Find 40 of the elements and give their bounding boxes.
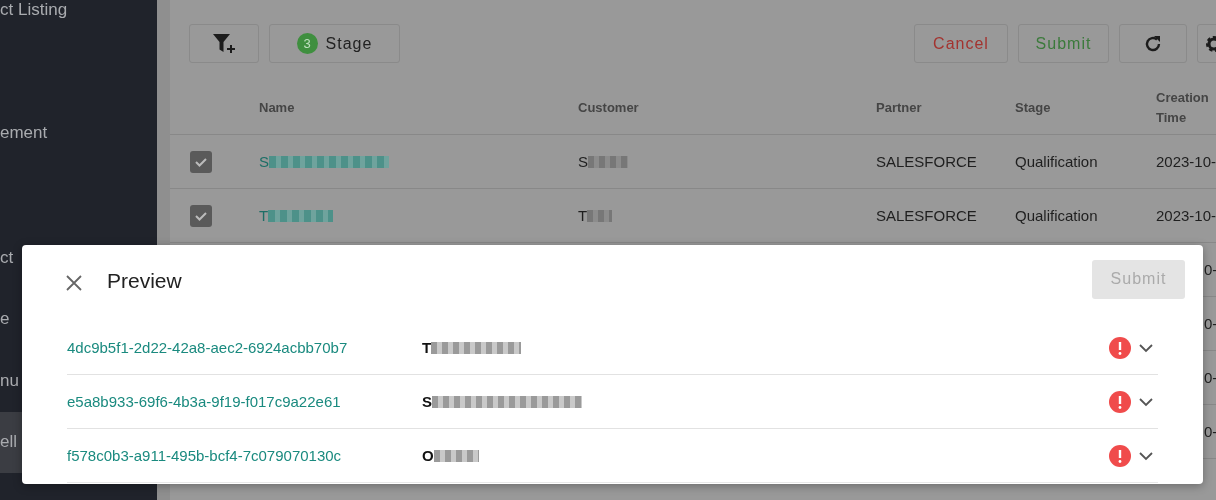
add-filter-button[interactable] [189,24,259,63]
column-header: Partner [876,98,923,117]
row-checkbox[interactable] [190,150,212,173]
row-checkbox[interactable] [190,204,212,227]
record-id-link[interactable]: f578c0b3-a911-495b-bcf4-7c079070130c [67,447,422,464]
redacted-text [587,209,613,222]
refresh-button[interactable] [1119,24,1187,63]
table-cell: S [578,153,588,170]
record-name: S [422,393,432,410]
table-cell-text: SALESFORCE [876,153,978,170]
table-cell-text: Qualification [1015,153,1099,170]
column-header: Customer [578,98,640,117]
table-cell: 0- [1204,261,1216,278]
record-name: T [422,339,432,356]
redacted-text [268,209,334,222]
close-icon [66,275,82,291]
cancel-button[interactable]: Cancel [914,24,1008,63]
table-cell: 0- [1204,369,1216,386]
table-cell-text: SALESFORCE [876,207,978,224]
table-cell: 2023-10- [1156,153,1216,170]
table-cell: T [578,207,588,224]
table-cell-text: Qualification [1015,207,1099,224]
filter-plus-icon [212,32,236,55]
record-id-link[interactable]: e5a8b933-69f6-4b3a-9f19-f017c9a22e61 [67,393,422,410]
column-header: Stage [1015,98,1052,117]
redacted-text [588,155,628,168]
redacted-text [433,449,479,462]
table-cell: 0- [1204,423,1216,440]
sidebar-item[interactable]: ement [0,104,157,227]
column-header: Creation Time [1156,88,1210,127]
dialog-title: Preview [107,269,183,293]
refresh-icon [1143,33,1163,54]
table-cell: 0- [1204,315,1216,332]
column-header: Name [259,98,296,117]
count-badge: 3 [296,33,318,54]
record-name: O [422,447,434,464]
table-cell: 2023-10- [1156,207,1216,224]
stage-filter-button[interactable]: 3 Stage [269,24,400,63]
record-id-link[interactable]: 4dc9b5f1-2d22-42a8-aec2-6924acbb70b7 [67,339,422,356]
sidebar-item[interactable]: ct Listing [0,0,157,104]
